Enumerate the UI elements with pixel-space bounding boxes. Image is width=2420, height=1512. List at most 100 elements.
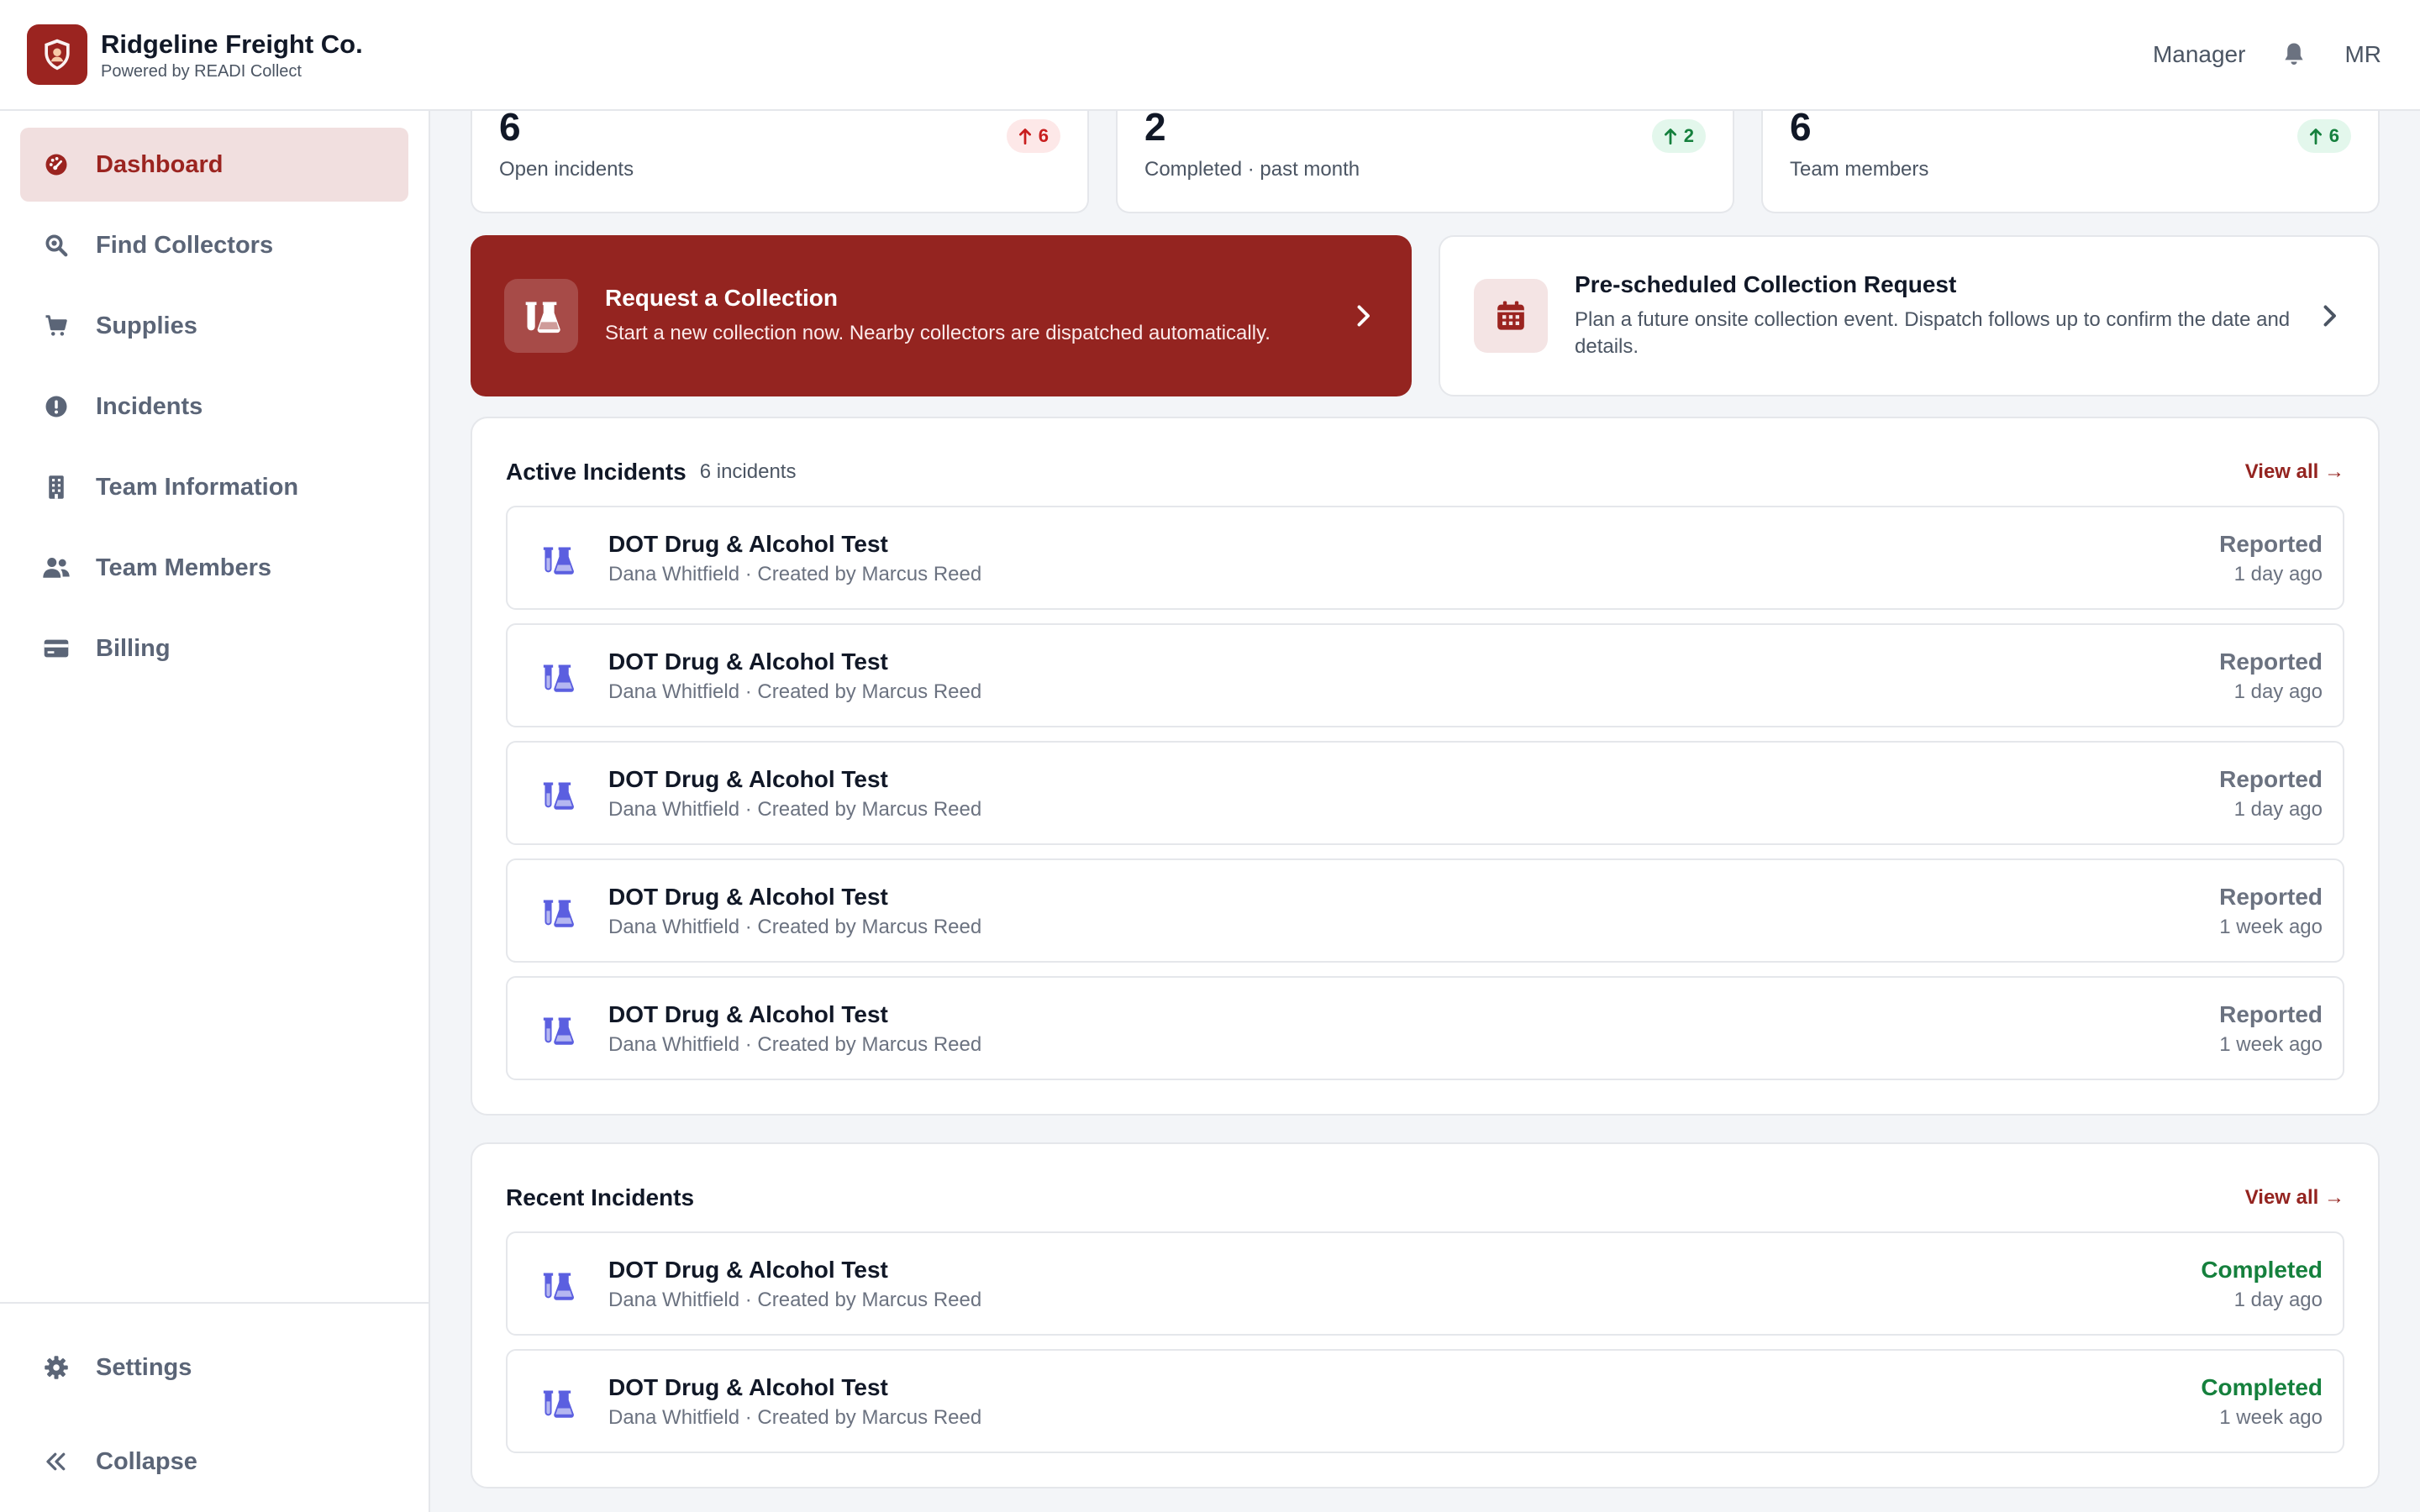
- flask-icon: [539, 1013, 575, 1047]
- sidebar-item-label: Team Members: [96, 554, 271, 581]
- incident-title: DOT Drug & Alcohol Test: [608, 766, 888, 792]
- incident-subtitle: Dana Whitfield · Created by Marcus Reed: [608, 1406, 982, 1429]
- view-all-link[interactable]: View all →: [2245, 460, 2344, 484]
- stat-value: 6: [499, 105, 521, 149]
- incident-title: DOT Drug & Alcohol Test: [608, 884, 888, 910]
- flask-icon: [539, 660, 575, 694]
- trend-badge: 6: [1006, 119, 1060, 153]
- incident-row[interactable]: DOT Drug & Alcohol Test Dana Whitfield ·…: [506, 976, 2344, 1080]
- sidebar-item-team-members[interactable]: Team Members: [20, 531, 408, 605]
- arrow-up-icon: [1664, 128, 1677, 144]
- sidebar-item-label: Billing: [96, 634, 171, 662]
- sidebar-item-dashboard[interactable]: Dashboard: [20, 128, 408, 202]
- action-description: Plan a future onsite collection event. D…: [1575, 308, 2291, 358]
- incident-row[interactable]: DOT Drug & Alcohol Test Dana Whitfield ·…: [506, 858, 2344, 963]
- search-icon: [42, 231, 71, 260]
- incident-subtitle: Dana Whitfield · Created by Marcus Reed: [608, 680, 982, 703]
- flask-icon: [539, 1386, 575, 1420]
- incident-title: DOT Drug & Alcohol Test: [608, 1257, 888, 1283]
- sidebar-item-settings[interactable]: Settings: [20, 1331, 408, 1404]
- avatar[interactable]: MR: [2344, 41, 2381, 68]
- incident-time: 1 day ago: [2233, 680, 2323, 703]
- incident-subtitle: Dana Whitfield · Created by Marcus Reed: [608, 1033, 982, 1056]
- action-title: Pre-scheduled Collection Request: [1575, 271, 1957, 297]
- incident-row[interactable]: DOT Drug & Alcohol Test Dana Whitfield ·…: [506, 741, 2344, 845]
- sidebar-item-find-collectors[interactable]: Find Collectors: [20, 208, 408, 282]
- view-all-link[interactable]: View all →: [2245, 1186, 2344, 1210]
- incident-time: 1 week ago: [2219, 1033, 2323, 1056]
- sidebar-item-team-information[interactable]: Team Information: [20, 450, 408, 524]
- incident-row[interactable]: DOT Drug & Alcohol Test Dana Whitfield ·…: [506, 506, 2344, 610]
- alert-icon: [42, 392, 71, 421]
- incident-time: 1 week ago: [2219, 1406, 2323, 1429]
- status-badge: Reported: [2219, 531, 2323, 557]
- gear-icon: [42, 1353, 71, 1382]
- flask-icon: [539, 778, 575, 811]
- trend-value: 6: [1038, 125, 1049, 146]
- stat-value: 2: [1144, 105, 1166, 149]
- status-badge: Reported: [2219, 648, 2323, 675]
- incident-row[interactable]: DOT Drug & Alcohol Test Dana Whitfield ·…: [506, 1231, 2344, 1336]
- sidebar-item-label: Collapse: [96, 1447, 197, 1475]
- sidebar-item-label: Supplies: [96, 312, 197, 339]
- incident-subtitle: Dana Whitfield · Created by Marcus Reed: [608, 1289, 982, 1311]
- incident-row[interactable]: DOT Drug & Alcohol Test Dana Whitfield ·…: [506, 623, 2344, 727]
- panel-title: Active Incidents: [506, 459, 687, 485]
- chevron-right-icon: [2314, 301, 2344, 331]
- sidebar-item-billing[interactable]: Billing: [20, 612, 408, 685]
- role-selector[interactable]: Manager: [2153, 41, 2246, 68]
- stat-label: Open incidents: [499, 158, 634, 181]
- calendar-icon: [1474, 279, 1548, 353]
- cart-icon: [42, 312, 71, 340]
- status-badge: Reported: [2219, 1001, 2323, 1027]
- flask-icon: [539, 895, 575, 929]
- bell-icon[interactable]: [2277, 38, 2311, 71]
- prescheduled-collection-card[interactable]: Pre-scheduled Collection Request Plan a …: [1439, 235, 2380, 396]
- sidebar-item-label: Find Collectors: [96, 231, 274, 259]
- incident-time: 1 day ago: [2233, 798, 2323, 821]
- chevron-right-icon: [1348, 301, 1378, 331]
- arrow-up-icon: [1018, 128, 1032, 144]
- active-incidents-panel: Active Incidents 6 incidents View all → …: [471, 417, 2380, 1116]
- incident-subtitle: Dana Whitfield · Created by Marcus Reed: [608, 563, 982, 585]
- sidebar-item-label: Settings: [96, 1353, 192, 1381]
- powered-by-label: Powered by READI Collect: [101, 61, 302, 81]
- dashboard-icon: [42, 150, 71, 179]
- sidebar-nav: Dashboard Find Collectors Supplies Incid…: [20, 128, 408, 692]
- incident-time: 1 week ago: [2219, 916, 2323, 938]
- sidebar-item-label: Team Information: [96, 473, 299, 501]
- flask-icon: [539, 543, 575, 576]
- incident-time: 1 day ago: [2233, 563, 2323, 585]
- collapse-sidebar-button[interactable]: Collapse: [20, 1425, 408, 1499]
- incident-row[interactable]: DOT Drug & Alcohol Test Dana Whitfield ·…: [506, 1349, 2344, 1453]
- chevrons-left-icon: [42, 1447, 71, 1476]
- trend-value: 6: [2328, 125, 2339, 146]
- sidebar-footer: Settings Collapse: [0, 1302, 429, 1512]
- stat-label: Completed · past month: [1144, 158, 1360, 181]
- sidebar: Dashboard Find Collectors Supplies Incid…: [0, 111, 430, 1512]
- incident-title: DOT Drug & Alcohol Test: [608, 648, 888, 675]
- stat-value: 6: [1790, 105, 1812, 149]
- trend-badge: 2: [1651, 119, 1706, 153]
- status-badge: Completed: [2201, 1374, 2323, 1400]
- status-badge: Reported: [2219, 884, 2323, 910]
- status-badge: Completed: [2201, 1257, 2323, 1283]
- arrow-up-icon: [2309, 128, 2323, 144]
- company-name: Ridgeline Freight Co.: [101, 29, 363, 59]
- stat-label: Team members: [1790, 158, 1929, 181]
- trend-value: 2: [1683, 125, 1694, 146]
- panel-title: Recent Incidents: [506, 1184, 695, 1210]
- action-description: Start a new collection now. Nearby colle…: [605, 322, 1270, 344]
- sidebar-item-incidents[interactable]: Incidents: [20, 370, 408, 444]
- incident-count: 6 incidents: [699, 460, 797, 483]
- incident-subtitle: Dana Whitfield · Created by Marcus Reed: [608, 916, 982, 938]
- flask-icon: [504, 279, 578, 353]
- sidebar-item-supplies[interactable]: Supplies: [20, 289, 408, 363]
- shield-logo-icon[interactable]: [27, 24, 87, 85]
- credit-card-icon: [42, 634, 71, 663]
- flask-icon: [539, 1268, 575, 1302]
- request-collection-card[interactable]: Request a Collection Start a new collect…: [471, 235, 1412, 396]
- incident-title: DOT Drug & Alcohol Test: [608, 1374, 888, 1400]
- recent-incidents-panel: Recent Incidents View all → DOT Drug & A…: [471, 1142, 2380, 1488]
- incident-title: DOT Drug & Alcohol Test: [608, 1001, 888, 1027]
